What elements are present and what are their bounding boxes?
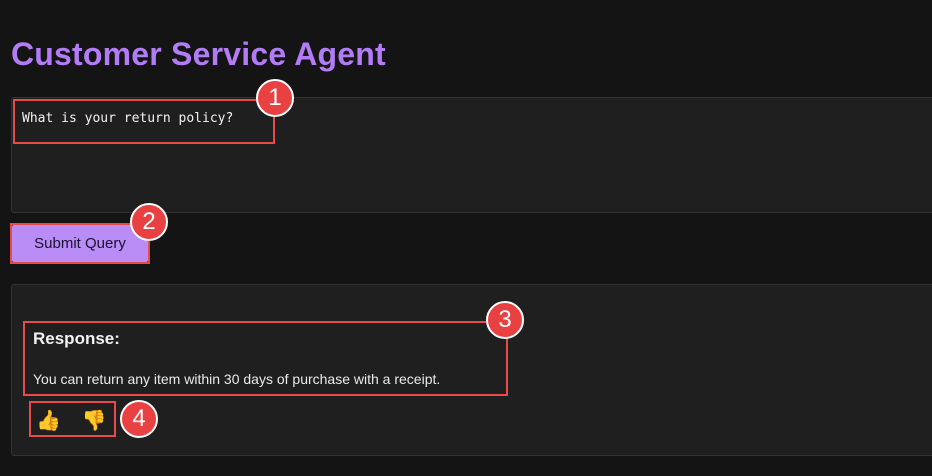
query-text: What is your return policy? bbox=[22, 111, 234, 126]
feedback-buttons: 👍 👎 bbox=[36, 409, 107, 433]
annotation-badge-4: 4 bbox=[120, 400, 158, 438]
query-textarea[interactable]: What is your return policy? bbox=[11, 97, 932, 213]
submit-query-button[interactable]: Submit Query bbox=[12, 225, 148, 262]
page-title: Customer Service Agent bbox=[11, 36, 386, 72]
annotation-badge-2: 2 bbox=[130, 203, 168, 241]
response-text: You can return any item within 30 days o… bbox=[33, 371, 441, 387]
annotation-badge-3: 3 bbox=[486, 301, 524, 339]
response-label: Response: bbox=[33, 329, 120, 348]
thumbs-down-icon[interactable]: 👎 bbox=[82, 409, 107, 433]
annotation-badge-1: 1 bbox=[256, 79, 294, 117]
thumbs-up-icon[interactable]: 👍 bbox=[36, 409, 61, 433]
page: Customer Service Agent What is your retu… bbox=[0, 0, 932, 476]
